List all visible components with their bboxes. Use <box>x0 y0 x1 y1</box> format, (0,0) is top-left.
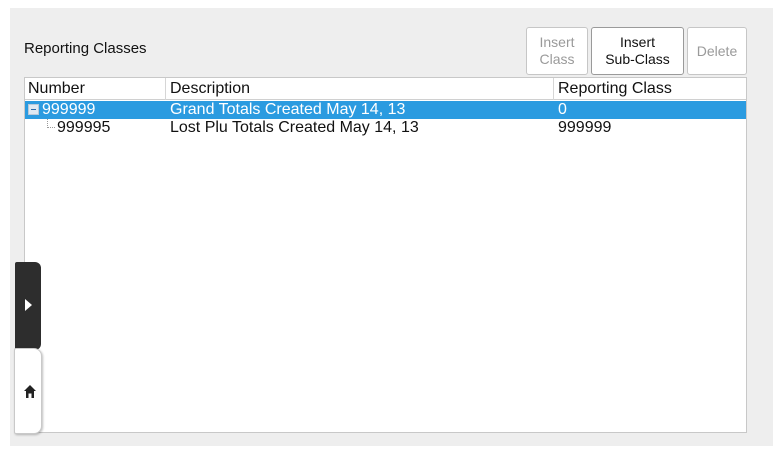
insert-sub-class-label-line2: Sub-Class <box>605 51 670 67</box>
cell-number: 999995 <box>57 119 111 136</box>
insert-sub-class-label-line1: Insert <box>619 34 655 50</box>
cell-description: Lost Plu Totals Created May 14, 13 <box>170 119 419 136</box>
column-header-description[interactable]: Description <box>170 80 250 98</box>
insert-sub-class-button[interactable]: Insert Sub-Class <box>591 27 684 75</box>
home-tab[interactable] <box>14 348 42 434</box>
table-row[interactable]: 999999 Grand Totals Created May 14, 13 0 <box>25 101 746 119</box>
column-header-number[interactable]: Number <box>28 80 85 98</box>
panel-title: Reporting Classes <box>24 40 147 57</box>
home-icon <box>24 385 36 398</box>
table-header: Number Description Reporting Class <box>25 78 746 100</box>
insert-class-label-line1: Insert <box>539 34 575 50</box>
column-divider[interactable] <box>553 78 554 100</box>
cell-number: 999999 <box>42 101 96 118</box>
side-drawer-tab[interactable] <box>15 262 41 350</box>
cell-description: Grand Totals Created May 14, 13 <box>170 101 406 118</box>
insert-class-label-line2: Class <box>539 51 575 67</box>
column-header-reporting-class[interactable]: Reporting Class <box>558 80 672 98</box>
insert-class-button[interactable]: Insert Class <box>526 27 588 75</box>
cell-reporting-class: 999999 <box>558 119 612 136</box>
table-row[interactable]: 999995 Lost Plu Totals Created May 14, 1… <box>25 119 746 137</box>
chevron-right-icon <box>25 299 32 311</box>
delete-button[interactable]: Delete <box>687 27 747 75</box>
reporting-classes-tree-table[interactable]: Number Description Reporting Class 99999… <box>24 77 747 433</box>
cell-reporting-class: 0 <box>558 101 567 118</box>
delete-label: Delete <box>696 42 738 59</box>
collapse-icon[interactable] <box>28 104 39 115</box>
column-divider[interactable] <box>165 78 166 100</box>
